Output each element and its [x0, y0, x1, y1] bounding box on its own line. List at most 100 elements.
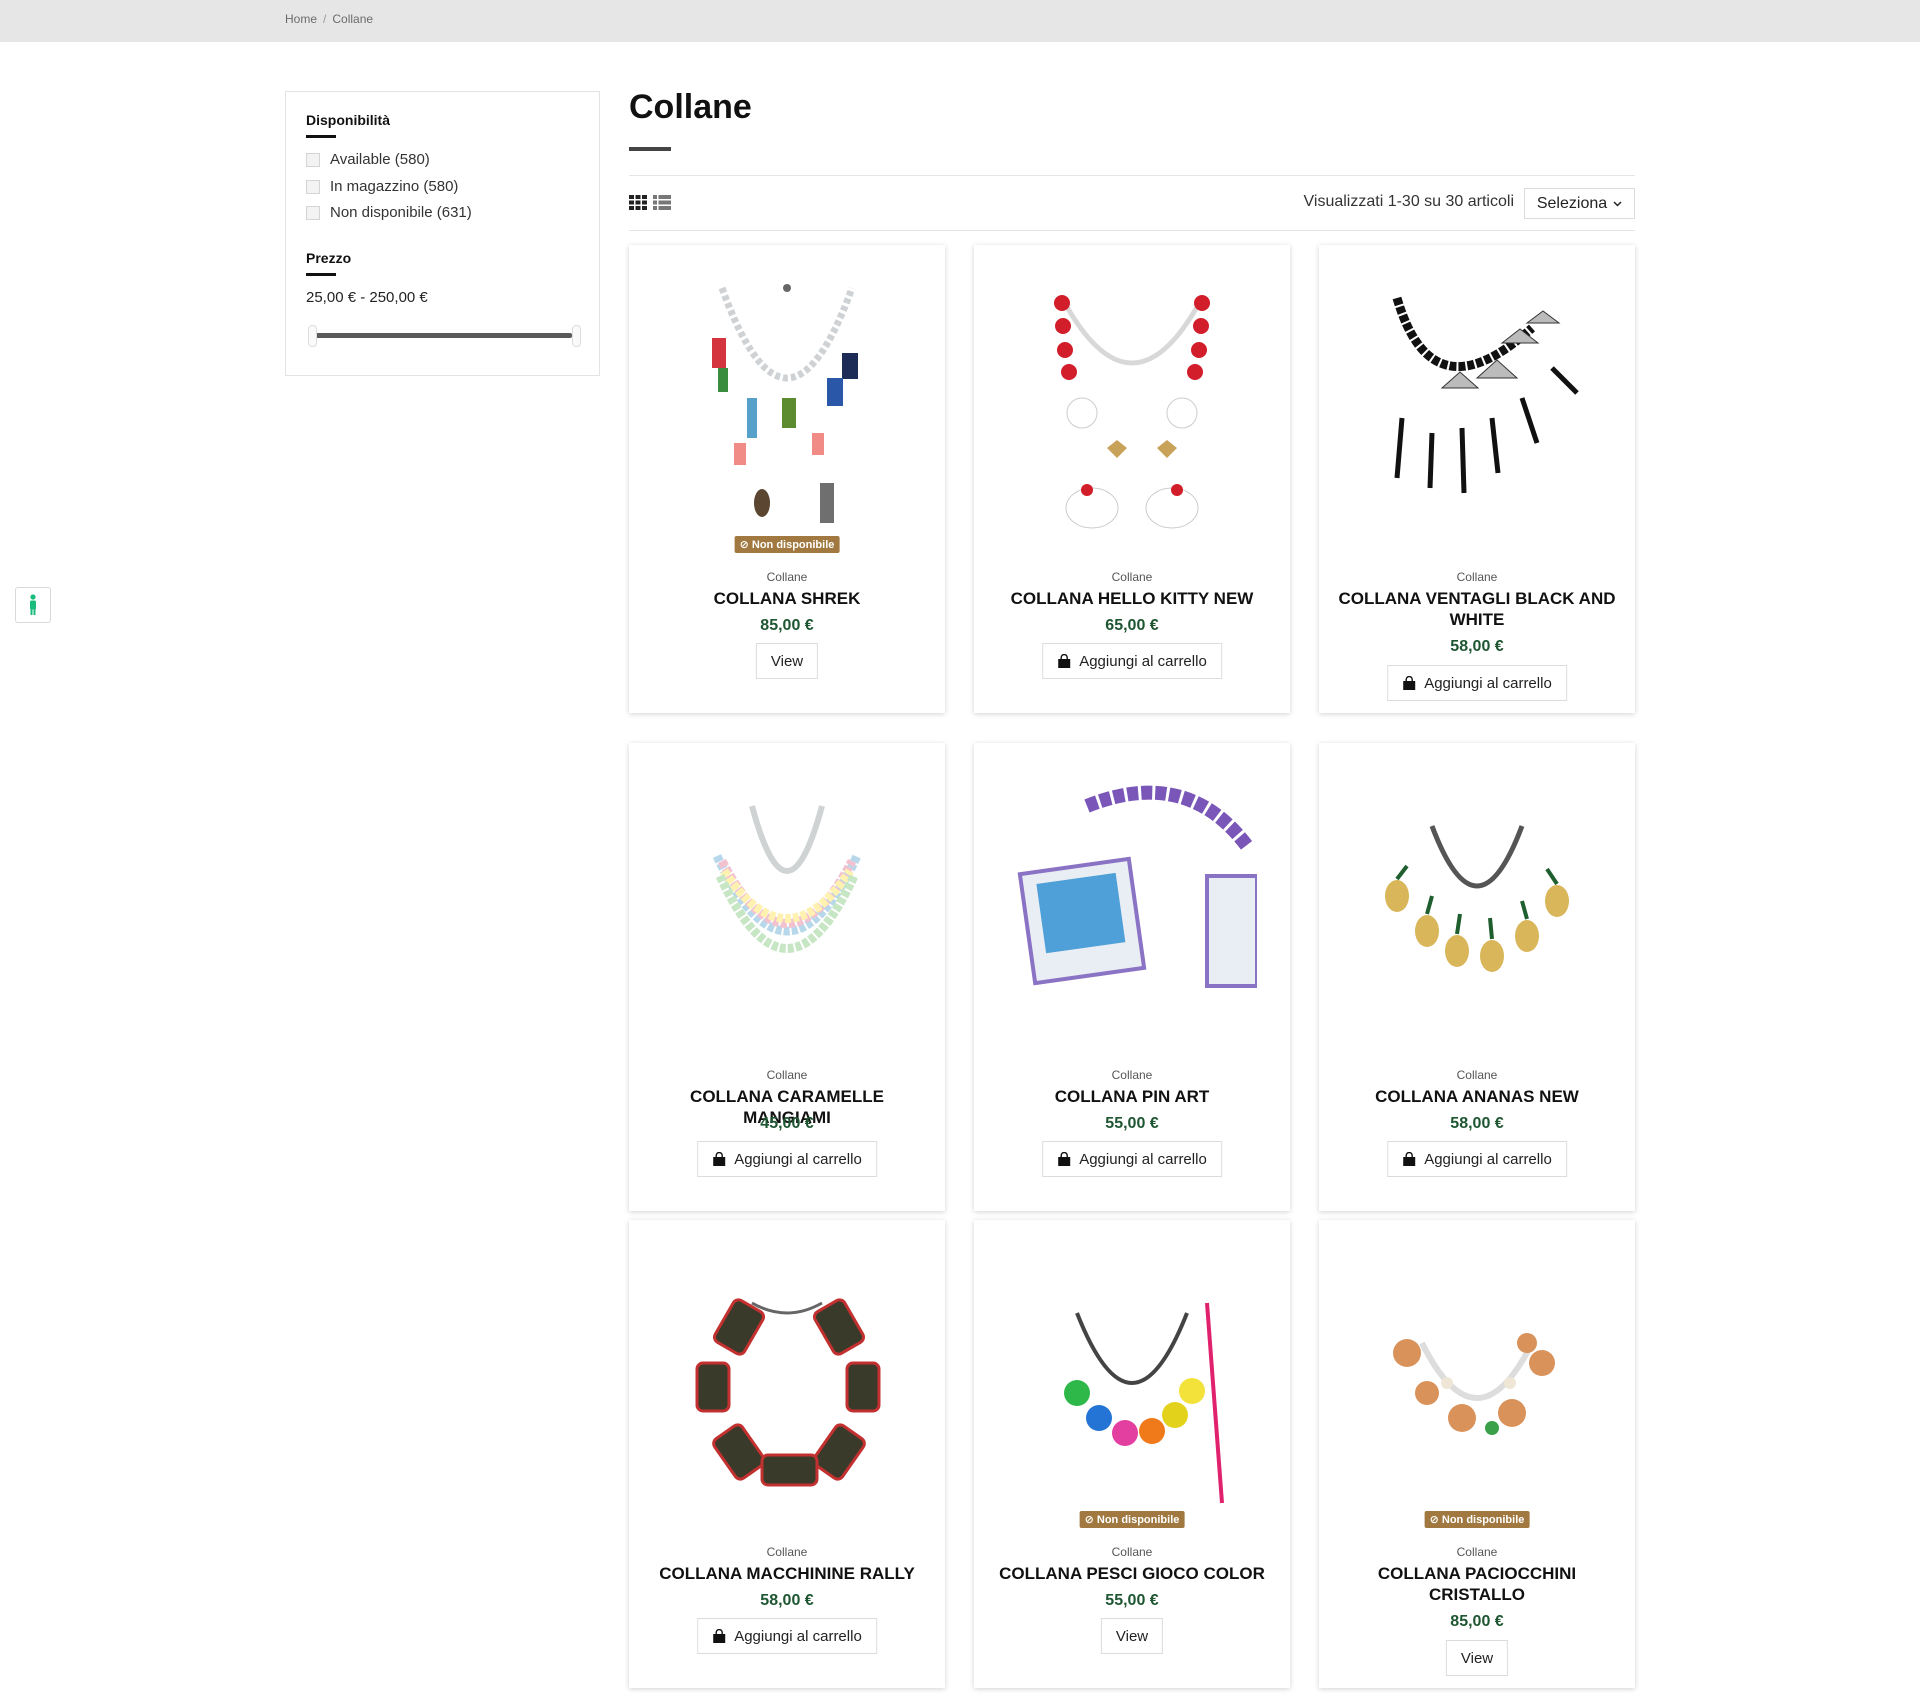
grid-view-icon[interactable] — [629, 195, 647, 210]
breadcrumb: Home / Collane — [285, 12, 373, 26]
add-to-cart-button[interactable]: Aggiungi al carrello — [697, 1141, 877, 1177]
facet-label: Available (580) — [330, 151, 430, 168]
product-image[interactable] — [629, 245, 945, 561]
product-price: 45,00 € — [760, 1115, 814, 1132]
necklace-hello-kitty-image — [1054, 295, 1210, 529]
product-image[interactable] — [974, 1220, 1290, 1536]
facet-available[interactable]: Available (580) — [306, 151, 430, 168]
necklace-pineapple-image — [1385, 825, 1569, 972]
add-to-cart-button[interactable]: Aggiungi al carrello — [697, 1618, 877, 1654]
filters-panel: Disponibilità Available (580) In magazzi… — [285, 91, 600, 376]
product-category: Collane — [1456, 1068, 1498, 1082]
product-image[interactable] — [974, 245, 1290, 561]
accessibility-button[interactable] — [15, 587, 51, 623]
view-button-label: View — [770, 652, 804, 670]
product-name[interactable]: COLLANA HELLO KITTY NEW — [989, 588, 1275, 609]
checkbox-in-stock[interactable] — [306, 179, 320, 194]
product-price: 58,00 € — [1450, 1115, 1504, 1132]
price-slider-max-handle[interactable] — [572, 325, 581, 347]
add-to-cart-button[interactable]: Aggiungi al carrello — [1042, 643, 1222, 679]
shopping-bag-icon — [713, 1152, 726, 1166]
product-price: 58,00 € — [760, 1592, 814, 1609]
availability-filter-title: Disponibilità — [306, 112, 390, 128]
product-category: Collane — [766, 1068, 808, 1082]
product-name[interactable]: COLLANA PIN ART — [989, 1086, 1275, 1107]
product-price: 65,00 € — [1105, 617, 1159, 634]
facet-label: In magazzino (580) — [330, 178, 459, 195]
breadcrumb-current[interactable]: Collane — [332, 12, 373, 26]
necklace-candy-image — [712, 805, 862, 953]
sort-select-label: Seleziona — [1536, 194, 1608, 212]
product-name[interactable]: COLLANA PESCI GIOCO COLOR — [989, 1563, 1275, 1584]
product-card[interactable]: Collane COLLANA VENTAGLI BLACK AND WHITE… — [1319, 245, 1635, 713]
necklace-paciocchini-image — [1393, 1333, 1555, 1435]
add-to-cart-button[interactable]: Aggiungi al carrello — [1387, 665, 1567, 701]
product-card[interactable]: ⊘ Non disponibile Collane COLLANA SHREK … — [629, 245, 945, 713]
product-price: 85,00 € — [760, 617, 814, 634]
product-image[interactable] — [629, 743, 945, 1059]
breadcrumb-home-link[interactable]: Home — [285, 12, 317, 26]
product-card[interactable]: Collane COLLANA PIN ART 55,00 € Aggiungi… — [974, 743, 1290, 1211]
product-category: Collane — [1111, 1545, 1153, 1559]
view-button[interactable]: View — [1100, 1618, 1164, 1654]
shopping-bag-icon — [1058, 654, 1071, 668]
product-image[interactable] — [1319, 245, 1635, 561]
product-card[interactable]: Collane COLLANA MACCHININE RALLY 58,00 €… — [629, 1220, 945, 1688]
product-name[interactable]: COLLANA ANANAS NEW — [1334, 1086, 1620, 1107]
necklace-fans-image — [1392, 296, 1579, 494]
shopping-bag-icon — [1403, 1152, 1416, 1166]
unavailable-badge: ⊘ Non disponibile — [1424, 1511, 1530, 1528]
product-card[interactable]: ⊘ Non disponibile Collane COLLANA PESCI … — [974, 1220, 1290, 1688]
product-category: Collane — [766, 570, 808, 584]
page-title: Collane — [629, 88, 752, 126]
add-to-cart-label: Aggiungi al carrello — [1424, 1150, 1552, 1168]
product-card[interactable]: Collane COLLANA CARAMELLE MANGIAMI 45,00… — [629, 743, 945, 1211]
checkbox-unavailable[interactable] — [306, 205, 320, 220]
toolbar-divider-bottom — [629, 230, 1635, 231]
list-view-icon[interactable] — [653, 195, 671, 210]
product-price: 85,00 € — [1450, 1613, 1504, 1630]
product-image[interactable] — [629, 1220, 945, 1536]
add-to-cart-button[interactable]: Aggiungi al carrello — [1387, 1141, 1567, 1177]
product-name[interactable]: COLLANA SHREK — [644, 588, 930, 609]
product-count: Visualizzati 1-30 su 30 articoli — [1303, 193, 1514, 210]
add-to-cart-label: Aggiungi al carrello — [734, 1150, 862, 1168]
price-filter-title: Prezzo — [306, 250, 352, 266]
view-button-label: View — [1460, 1649, 1494, 1667]
product-card[interactable]: Collane COLLANA HELLO KITTY NEW 65,00 € … — [974, 245, 1290, 713]
breadcrumb-separator: / — [323, 12, 327, 26]
price-range-text: 25,00 € - 250,00 € — [306, 289, 428, 306]
product-image[interactable] — [974, 743, 1290, 1059]
view-button-label: View — [1115, 1627, 1149, 1645]
add-to-cart-label: Aggiungi al carrello — [1079, 1150, 1207, 1168]
product-card[interactable]: ⊘ Non disponibile Collane COLLANA PACIOC… — [1319, 1220, 1635, 1688]
accessibility-icon — [30, 594, 36, 615]
product-image[interactable] — [1319, 743, 1635, 1059]
product-price: 58,00 € — [1450, 638, 1504, 655]
chevron-down-icon — [1613, 200, 1622, 207]
price-slider-min-handle[interactable] — [308, 325, 317, 347]
unavailable-badge: ⊘ Non disponibile — [734, 536, 840, 553]
add-to-cart-label: Aggiungi al carrello — [1079, 652, 1207, 670]
sort-select[interactable]: Seleziona — [1524, 188, 1635, 219]
page-title-underline — [629, 147, 671, 151]
add-to-cart-button[interactable]: Aggiungi al carrello — [1042, 1141, 1222, 1177]
necklace-shrek-image — [712, 284, 858, 523]
product-name[interactable]: COLLANA PACIOCCHINI CRISTALLO — [1334, 1563, 1620, 1605]
facet-unavailable[interactable]: Non disponibile (631) — [306, 204, 472, 221]
shopping-bag-icon — [1058, 1152, 1071, 1166]
shopping-bag-icon — [713, 1629, 726, 1643]
price-slider-track[interactable] — [314, 333, 572, 338]
product-category: Collane — [1111, 570, 1153, 584]
product-image[interactable] — [1319, 1220, 1635, 1536]
facet-in-stock[interactable]: In magazzino (580) — [306, 178, 458, 195]
availability-title-underline — [306, 135, 336, 138]
product-category: Collane — [766, 1545, 808, 1559]
checkbox-available[interactable] — [306, 152, 320, 167]
product-name[interactable]: COLLANA MACCHININE RALLY — [644, 1563, 930, 1584]
view-button[interactable]: View — [1445, 1640, 1509, 1676]
product-card[interactable]: Collane COLLANA ANANAS NEW 58,00 € Aggiu… — [1319, 743, 1635, 1211]
product-price: 55,00 € — [1105, 1592, 1159, 1609]
view-button[interactable]: View — [755, 643, 819, 679]
product-name[interactable]: COLLANA VENTAGLI BLACK AND WHITE — [1334, 588, 1620, 630]
